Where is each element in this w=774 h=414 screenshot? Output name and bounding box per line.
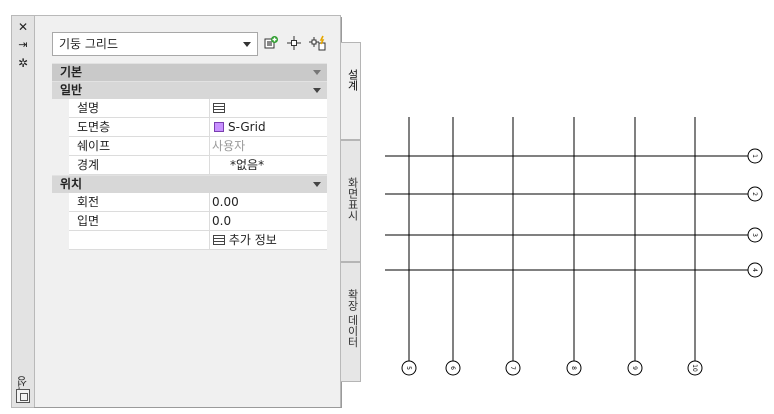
property-row-shape[interactable]: 쉐이프 사용자 bbox=[69, 137, 327, 156]
table-icon[interactable] bbox=[213, 103, 225, 113]
property-value[interactable]: S-Grid bbox=[210, 118, 327, 136]
grid-bubble-label: 6 bbox=[449, 366, 456, 370]
grid-bubble-label: 4 bbox=[751, 268, 758, 272]
grid-bubble-label: 2 bbox=[751, 192, 758, 196]
category-general-label: 일반 bbox=[60, 83, 83, 97]
close-icon[interactable]: ✕ bbox=[12, 19, 34, 35]
grid-bubble-label: 1 bbox=[751, 154, 758, 158]
autohide-icon[interactable]: ⇥ bbox=[12, 37, 34, 53]
category-basic-label: 기본 bbox=[60, 65, 83, 79]
layer-color-swatch bbox=[214, 122, 224, 132]
style-dropdown[interactable]: 기둥 그리드 bbox=[52, 32, 258, 56]
tab-extended-data-label: 확장 데이터 bbox=[346, 289, 359, 348]
property-value[interactable] bbox=[210, 99, 327, 117]
property-value: 사용자 bbox=[212, 139, 246, 153]
grid-bubble-label: 5 bbox=[405, 366, 412, 370]
gear-icon[interactable]: ✲ bbox=[12, 55, 34, 71]
grid-bubble-label: 10 bbox=[691, 364, 698, 372]
tab-design-label: 설계 bbox=[346, 69, 359, 91]
property-row-elevation[interactable]: 입면 0.0 bbox=[69, 212, 327, 231]
chevron-down-icon[interactable] bbox=[313, 88, 321, 93]
tab-extended-data[interactable]: 확장 데이터 bbox=[341, 262, 361, 382]
table-icon bbox=[213, 235, 225, 245]
add-style-icon[interactable] bbox=[261, 35, 281, 53]
category-basic[interactable]: 기본 bbox=[52, 63, 327, 81]
additional-info-label: 추가 정보 bbox=[228, 233, 277, 247]
property-value[interactable]: 0.00 bbox=[210, 193, 327, 211]
style-dropdown-value: 기둥 그리드 bbox=[59, 37, 119, 51]
chevron-down-icon[interactable] bbox=[313, 70, 321, 75]
drawing-area[interactable]: 1 2 3 4 5 6 7 8 9 10 bbox=[370, 100, 774, 400]
tab-display[interactable]: 화면표시 bbox=[341, 140, 361, 262]
property-row-rotation[interactable]: 회전 0.00 bbox=[69, 193, 327, 212]
property-row-additional-info[interactable]: 추가 정보 bbox=[69, 231, 327, 250]
grid-bubble-label: 8 bbox=[570, 366, 577, 370]
property-value[interactable]: 0.0 bbox=[210, 212, 327, 230]
grid-bubble-label: 9 bbox=[631, 366, 638, 370]
property-key: 쉐이프 bbox=[69, 137, 210, 155]
property-key: 입면 bbox=[69, 212, 210, 230]
tab-display-label: 화면표시 bbox=[346, 177, 359, 221]
property-key: 경계 bbox=[69, 156, 210, 174]
property-key: 회전 bbox=[69, 193, 210, 211]
tab-design[interactable]: 설계 bbox=[341, 42, 361, 140]
property-key bbox=[69, 231, 210, 249]
layer-name: S-Grid bbox=[228, 120, 266, 134]
property-key: 도면층 bbox=[69, 118, 210, 136]
select-objects-icon[interactable] bbox=[284, 35, 304, 53]
property-value[interactable]: *없음* bbox=[210, 156, 327, 174]
property-row-layer[interactable]: 도면층 S-Grid bbox=[69, 118, 327, 137]
palette-title-strip: ✕ ⇥ ✲ 특성 bbox=[11, 15, 35, 408]
category-location-label: 위치 bbox=[60, 177, 83, 191]
property-grid: 기본 일반 설명 도면층 S-Grid 쉐이프 사용자 경계 *없음* 위치 회… bbox=[52, 63, 327, 250]
grid-bubble-label: 3 bbox=[751, 233, 758, 237]
quick-select-icon[interactable] bbox=[308, 35, 328, 53]
additional-info-button[interactable]: 추가 정보 bbox=[210, 231, 327, 249]
chevron-down-icon[interactable] bbox=[313, 182, 321, 187]
property-row-description[interactable]: 설명 bbox=[69, 99, 327, 118]
category-general[interactable]: 일반 bbox=[52, 81, 327, 99]
chevron-down-icon bbox=[243, 42, 251, 47]
property-key: 설명 bbox=[69, 99, 210, 117]
property-row-boundary[interactable]: 경계 *없음* bbox=[69, 156, 327, 175]
grid-bubble-label: 7 bbox=[509, 366, 516, 370]
category-location[interactable]: 위치 bbox=[52, 175, 327, 193]
properties-icon[interactable] bbox=[16, 389, 30, 403]
